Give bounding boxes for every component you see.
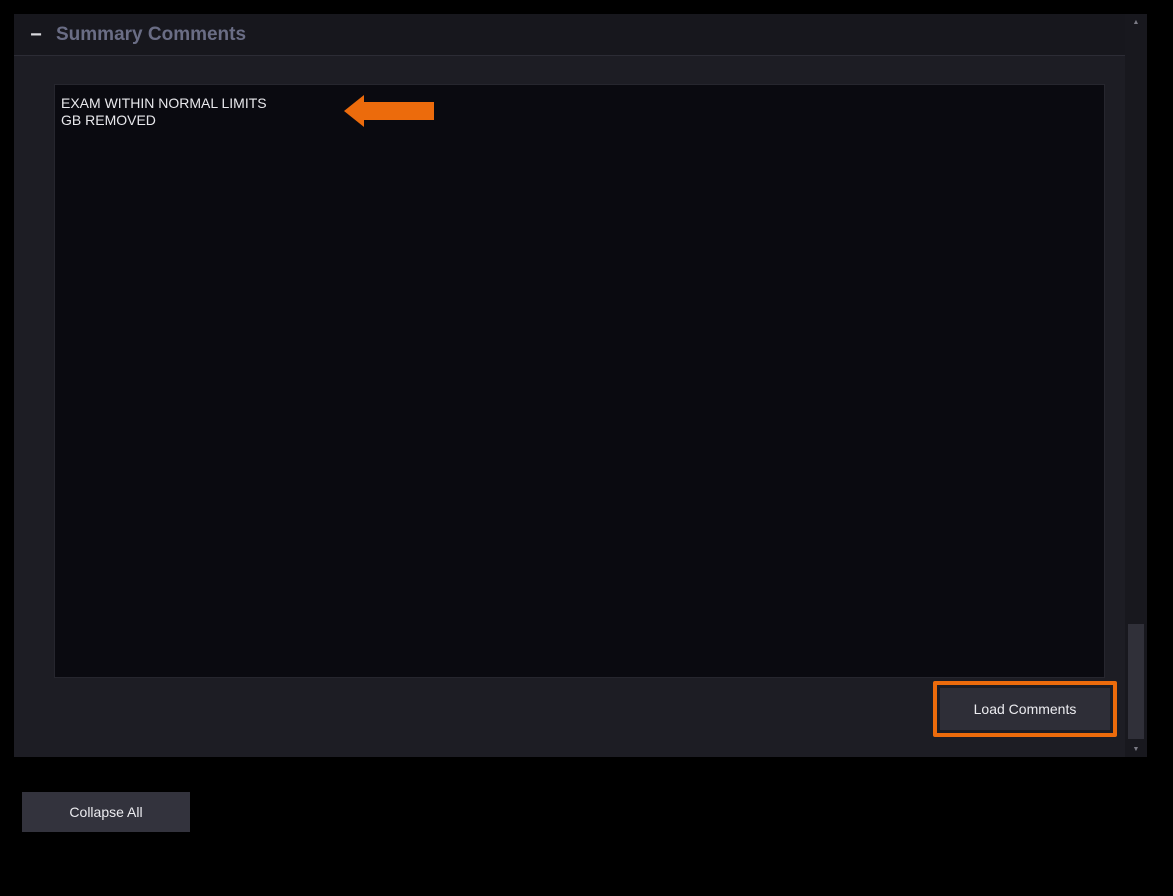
triangle-down-icon[interactable]: ▼ xyxy=(1125,741,1147,757)
comments-textarea[interactable]: EXAM WITHIN NORMAL LIMITS GB REMOVED xyxy=(54,84,1105,678)
minus-icon[interactable]: − xyxy=(30,25,42,45)
load-comments-button[interactable]: Load Comments xyxy=(940,688,1110,730)
vertical-scrollbar[interactable]: ▲ ▼ xyxy=(1125,14,1147,757)
comment-line: EXAM WITHIN NORMAL LIMITS xyxy=(61,95,267,111)
left-arrow-icon xyxy=(344,95,434,127)
collapse-all-button[interactable]: Collapse All xyxy=(22,792,190,832)
scrollbar-thumb[interactable] xyxy=(1128,624,1144,739)
triangle-up-icon[interactable]: ▲ xyxy=(1125,14,1147,30)
comment-line: GB REMOVED xyxy=(61,112,156,128)
summary-comments-panel: − Summary Comments EXAM WITHIN NORMAL LI… xyxy=(14,14,1125,757)
panel-title: Summary Comments xyxy=(56,23,247,45)
panel-header[interactable]: − Summary Comments xyxy=(14,14,1125,56)
